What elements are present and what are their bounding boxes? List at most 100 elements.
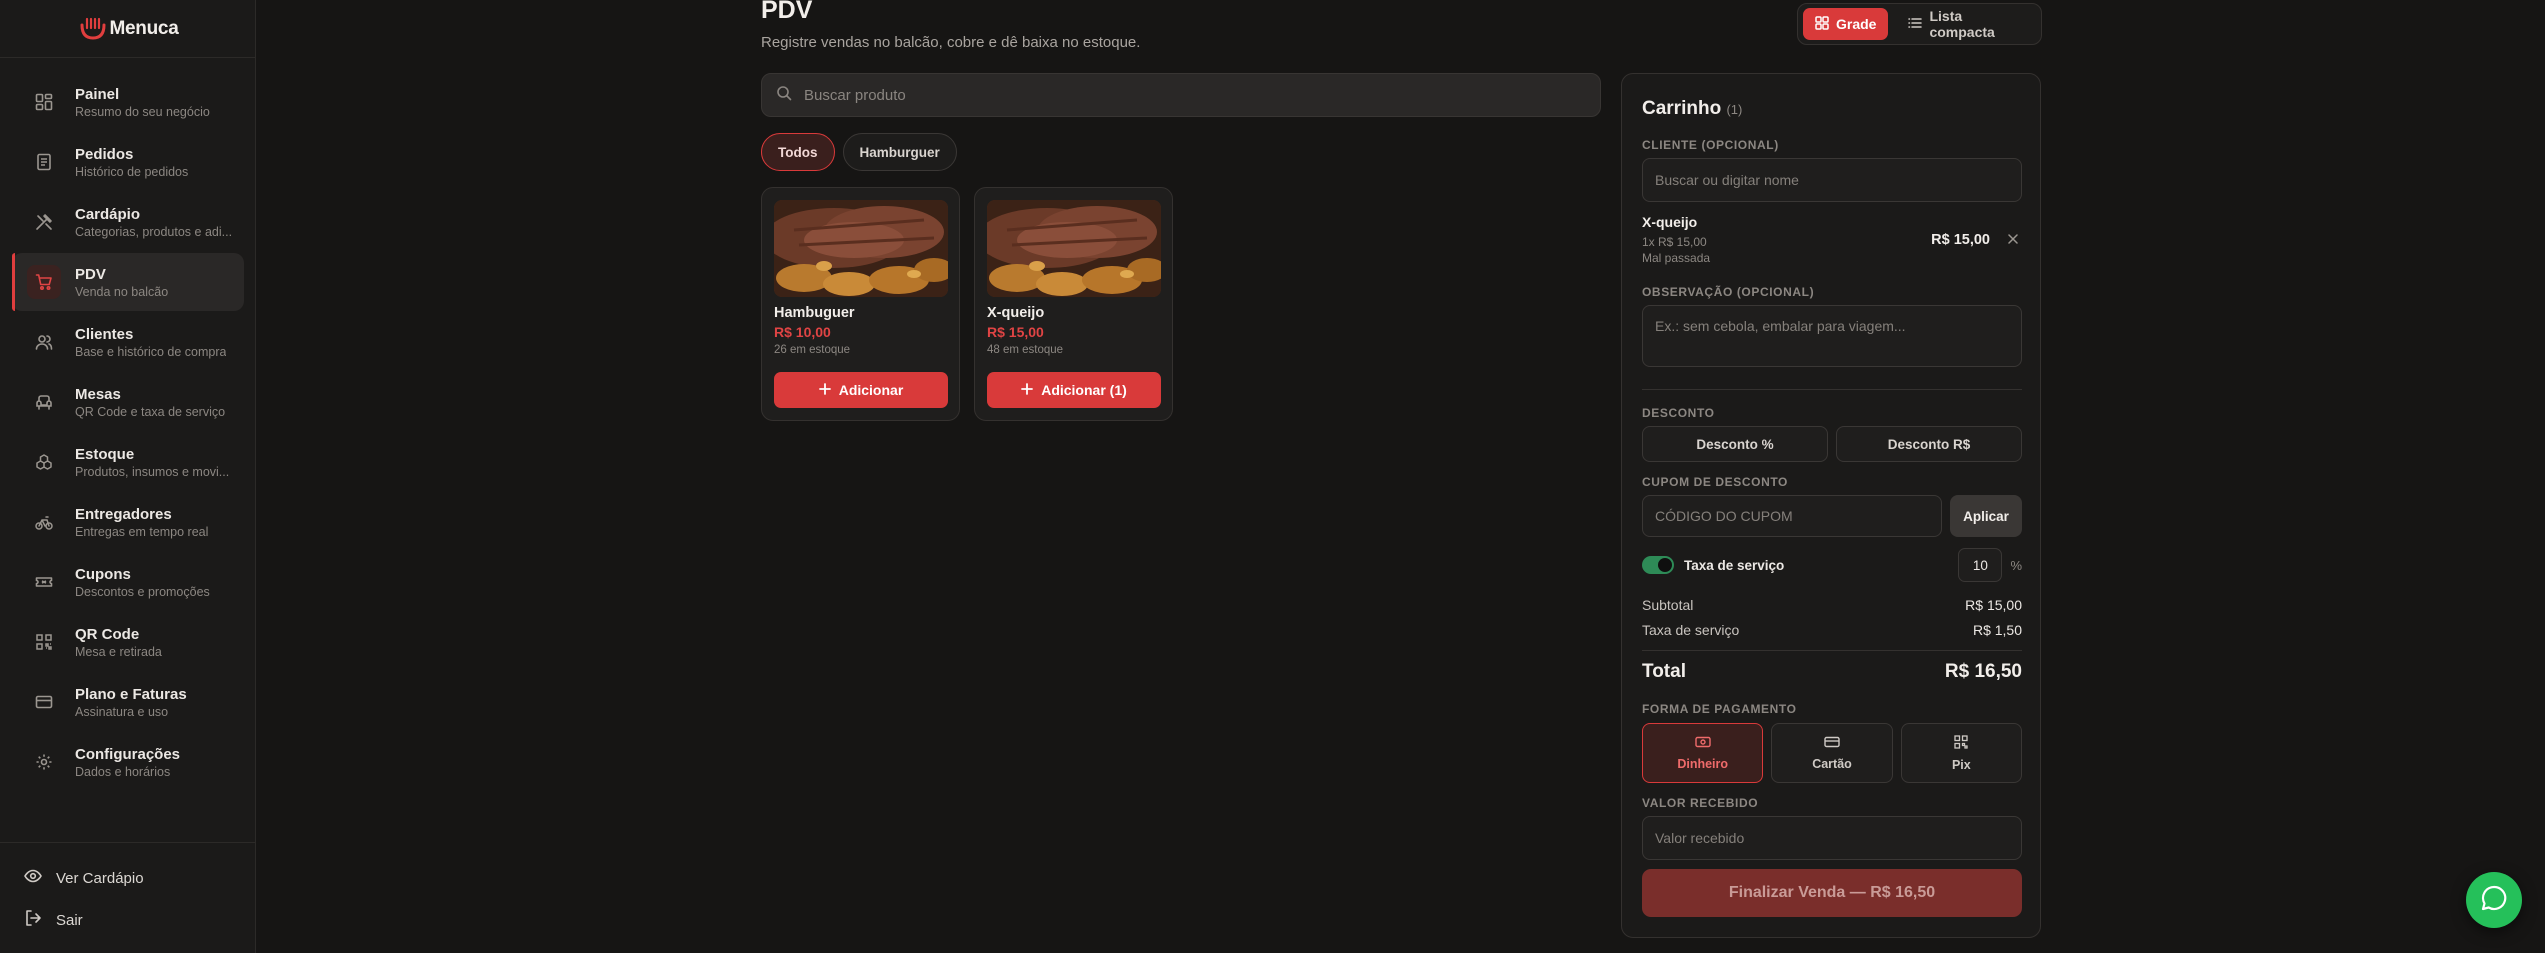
view-list-button[interactable]: Lista compacta — [1896, 8, 2036, 40]
sidebar-item-label: PDV — [75, 265, 106, 283]
page-subtitle: Registre vendas no balcão, cobre e dê ba… — [761, 34, 1141, 51]
banknote-icon — [1694, 736, 1711, 751]
sidebar-item-sub: Dados e horários — [75, 764, 171, 779]
sidebar-item-plano[interactable]: Plano e Faturas Assinatura e uso — [12, 673, 244, 731]
page-title: PDV — [761, 0, 813, 24]
ticket-icon — [34, 572, 54, 592]
discount-percent-button[interactable]: Desconto % — [1642, 426, 1828, 462]
payment-card-button[interactable]: Cartão — [1771, 723, 1893, 783]
sidebar-item-mesas[interactable]: Mesas QR Code e taxa de serviço — [12, 373, 244, 431]
sidebar-item-cardapio[interactable]: Cardápio Categorias, produtos e adi... — [12, 193, 244, 251]
product-stock: 48 em estoque — [987, 344, 1064, 356]
logout-link[interactable]: Sair — [0, 899, 256, 941]
sidebar-item-label: Configurações — [75, 745, 181, 763]
sidebar-item-label: Plano e Faturas — [75, 685, 187, 703]
logout-label: Sair — [56, 911, 83, 929]
product-price: R$ 10,00 — [774, 324, 831, 340]
list-icon — [1908, 16, 1923, 33]
product-name: Hambuguer — [774, 305, 855, 321]
sidebar-item-label: Clientes — [75, 325, 134, 343]
utensils-icon — [34, 212, 54, 232]
subtotal-value: R$ 15,00 — [1965, 597, 2022, 613]
add-product-label: Adicionar — [838, 382, 904, 398]
sidebar-item-sub: Categorias, produtos e adi... — [75, 224, 233, 239]
sidebar-item-estoque[interactable]: Estoque Produtos, insumos e movi... — [12, 433, 244, 491]
coupon-row: Aplicar — [1642, 495, 2022, 537]
received-label: VALOR RECEBIDO — [1642, 796, 1759, 810]
sidebar-item-pedidos[interactable]: Pedidos Histórico de pedidos — [12, 133, 244, 191]
product-name: X-queijo — [987, 305, 1045, 321]
qrcode-icon — [34, 632, 54, 652]
menuca-logo-icon — [78, 15, 108, 43]
filter-chip-hamburguer[interactable]: Hamburguer — [842, 133, 957, 171]
qrcode-icon — [1954, 734, 1968, 752]
cart-item-total: R$ 15,00 — [1931, 232, 1990, 248]
product-price: R$ 15,00 — [987, 324, 1044, 340]
product-grid: Hambuguer R$ 10,00 26 em estoque Adicion… — [761, 187, 1173, 421]
logout-icon — [24, 909, 42, 931]
sidebar-item-cupons[interactable]: Cupons Descontos e promoções — [12, 553, 244, 611]
subtotal-label: Subtotal — [1642, 597, 1694, 613]
sidebar-item-label: Mesas — [75, 385, 121, 403]
search-input[interactable] — [804, 86, 1564, 104]
coupon-label: CUPOM DE DESCONTO — [1642, 475, 1788, 489]
remove-item-icon[interactable] — [2008, 231, 2018, 249]
client-input[interactable] — [1655, 172, 2021, 188]
grid-icon — [1815, 15, 1829, 33]
apply-coupon-button[interactable]: Aplicar — [1950, 495, 2022, 537]
search-icon — [776, 85, 792, 106]
cart-count: (1) — [1726, 102, 1743, 117]
finalize-sale-button[interactable]: Finalizar Venda — R$ 16,50 — [1642, 869, 2022, 917]
sidebar-item-painel[interactable]: Painel Resumo do seu negócio — [12, 73, 244, 131]
sidebar-item-label: Painel — [75, 85, 120, 103]
sidebar-item-pdv[interactable]: PDV Venda no balcão — [12, 253, 244, 311]
service-percent-input[interactable]: 10 — [1958, 548, 2003, 582]
cart-item-qty-price: 1x R$ 15,00 — [1642, 235, 1707, 249]
receipt-icon — [34, 152, 54, 172]
obs-textarea[interactable] — [1655, 318, 2021, 350]
sidebar-item-sub: Assinatura e uso — [75, 704, 169, 719]
add-product-label: Adicionar (1) — [1041, 382, 1127, 398]
logo[interactable]: Menuca — [0, 0, 256, 58]
product-card: X-queijo R$ 15,00 48 em estoque Adiciona… — [974, 187, 1173, 421]
client-field — [1642, 158, 2022, 202]
plus-icon — [818, 382, 831, 398]
view-list-label: Lista compacta — [1929, 8, 1995, 40]
payment-pix-button[interactable]: Pix — [1900, 723, 2022, 783]
payment-label: FORMA DE PAGAMENTO — [1642, 702, 1797, 716]
service-toggle[interactable] — [1642, 556, 1674, 574]
sidebar-item-sub: Produtos, insumos e movi... — [75, 464, 230, 479]
gear-icon — [34, 752, 54, 772]
sidebar-item-clientes[interactable]: Clientes Base e histórico de compra — [12, 313, 244, 371]
divider — [1642, 389, 2022, 390]
sidebar-item-label: Pedidos — [75, 145, 134, 163]
add-product-button[interactable]: Adicionar (1) — [987, 372, 1161, 408]
add-product-button[interactable]: Adicionar — [774, 372, 948, 408]
whatsapp-chat-button[interactable] — [2466, 872, 2522, 928]
view-menu-link[interactable]: Ver Cardápio — [0, 857, 256, 899]
received-input[interactable] — [1655, 830, 2021, 846]
credit-card-icon — [1824, 736, 1840, 751]
sidebar-item-sub: Resumo do seu negócio — [75, 104, 210, 119]
service-fee-value: R$ 1,50 — [1972, 622, 2022, 638]
filter-chip-todos[interactable]: Todos — [761, 133, 835, 171]
category-filters: Todos Hamburguer — [761, 133, 957, 171]
discount-value-button[interactable]: Desconto R$ — [1836, 426, 2022, 462]
coupon-input[interactable] — [1655, 508, 1941, 524]
subtotal-row: Subtotal R$ 15,00 — [1642, 597, 2022, 613]
view-grid-button[interactable]: Grade — [1803, 8, 1889, 40]
sidebar-item-qrcode[interactable]: QR Code Mesa e retirada — [12, 613, 244, 671]
service-row: Taxa de serviço 10 % — [1642, 548, 2022, 582]
cart-item: X-queijo 1x R$ 15,00 Mal passada R$ 15,0… — [1642, 214, 2022, 266]
product-image — [774, 200, 948, 297]
payment-cash-button[interactable]: Dinheiro — [1642, 723, 1764, 783]
sidebar-item-label: Estoque — [75, 445, 135, 463]
sidebar-item-label: Cupons — [75, 565, 131, 583]
sidebar-item-configuracoes[interactable]: Configurações Dados e horários — [12, 733, 244, 791]
product-image — [987, 200, 1161, 297]
plus-icon — [1021, 382, 1034, 398]
total-row: Total R$ 16,50 — [1642, 661, 2022, 683]
cart-title-text: Carrinho — [1642, 98, 1722, 119]
sidebar-item-entregadores[interactable]: Entregadores Entregas em tempo real — [12, 493, 244, 551]
total-label: Total — [1642, 661, 1686, 682]
